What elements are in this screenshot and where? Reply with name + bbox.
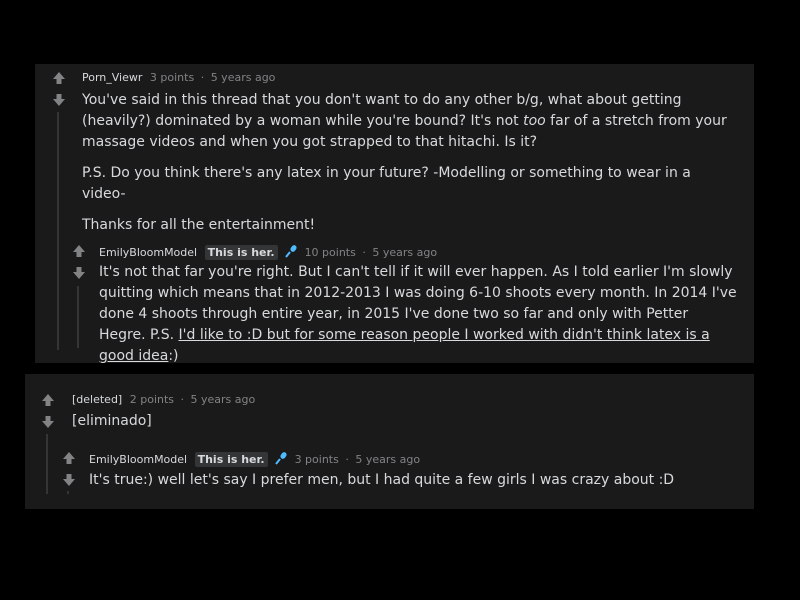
- reply-meta: EmilyBloomModel This is her. 10 points ·…: [99, 244, 437, 261]
- comment-meta: Porn_Viewr 3 points · 5 years ago: [82, 71, 275, 84]
- emphasis-text: too: [523, 113, 546, 129]
- comment-meta: [deleted] 2 points · 5 years ago: [72, 393, 255, 406]
- vote-column: [38, 393, 58, 429]
- vote-column: [49, 71, 69, 107]
- reply-paragraph: It's not that far you're right. But I ca…: [99, 264, 737, 364]
- reply-points: 3 points: [294, 453, 339, 466]
- comment-author[interactable]: Porn_Viewr: [82, 71, 142, 84]
- reply-points: 10 points: [304, 246, 356, 259]
- comment-card: Porn_Viewr 3 points · 5 years ago You've…: [35, 64, 754, 364]
- separator-dot: ·: [200, 71, 205, 84]
- downvote-arrow-icon[interactable]: [52, 93, 66, 107]
- reply-vote-column: [69, 244, 89, 280]
- comment-paragraph: You've said in this thread that you don'…: [82, 92, 727, 150]
- reply-body: It's not that far you're right. But I ca…: [99, 262, 737, 367]
- reply-paragraph: It's true:) well let's say I prefer men,…: [89, 472, 675, 488]
- reply-age[interactable]: 5 years ago: [355, 453, 420, 466]
- reply-vote-column: [59, 451, 79, 487]
- upvote-arrow-icon[interactable]: [52, 71, 66, 85]
- comment-paragraph: [eliminado]: [72, 413, 152, 429]
- reply-thread-line[interactable]: [67, 491, 69, 494]
- reply-body: It's true:) well let's say I prefer men,…: [89, 470, 729, 491]
- upvote-arrow-icon[interactable]: [41, 393, 55, 407]
- comment-author: [deleted]: [72, 393, 123, 406]
- microphone-icon: [274, 451, 288, 468]
- reply-author[interactable]: EmilyBloomModel: [89, 453, 187, 466]
- author-flair: This is her.: [204, 245, 278, 260]
- reply-thread-line[interactable]: [77, 286, 79, 348]
- separator-dot: ·: [345, 453, 349, 466]
- comment-paragraph: P.S. Do you think there's any latex in y…: [82, 165, 691, 202]
- comment-paragraph: Thanks for all the entertainment!: [82, 217, 316, 233]
- comment-body: You've said in this thread that you don'…: [82, 90, 737, 246]
- downvote-arrow-icon[interactable]: [41, 415, 55, 429]
- comment-points: 3 points: [149, 71, 195, 84]
- author-flair: This is her.: [194, 452, 268, 467]
- comment-card: [deleted] 2 points · 5 years ago [elimin…: [25, 374, 754, 509]
- comment-age[interactable]: 5 years ago: [211, 71, 276, 84]
- reply-meta: EmilyBloomModel This is her. 3 points · …: [89, 451, 420, 468]
- downvote-arrow-icon[interactable]: [72, 266, 86, 280]
- downvote-arrow-icon[interactable]: [62, 473, 76, 487]
- comment-body: [eliminado]: [72, 411, 732, 432]
- thread-line[interactable]: [46, 434, 48, 494]
- underlined-text: I'd like to :D but for some reason peopl…: [99, 327, 710, 364]
- microphone-icon: [284, 244, 298, 261]
- comment-points: 2 points: [129, 393, 175, 406]
- upvote-arrow-icon[interactable]: [62, 451, 76, 465]
- separator-dot: ·: [180, 393, 185, 406]
- reply-age[interactable]: 5 years ago: [372, 246, 437, 259]
- reply-author[interactable]: EmilyBloomModel: [99, 246, 197, 259]
- upvote-arrow-icon[interactable]: [72, 244, 86, 258]
- thread-line[interactable]: [57, 112, 59, 350]
- separator-dot: ·: [362, 246, 366, 259]
- comment-age[interactable]: 5 years ago: [191, 393, 256, 406]
